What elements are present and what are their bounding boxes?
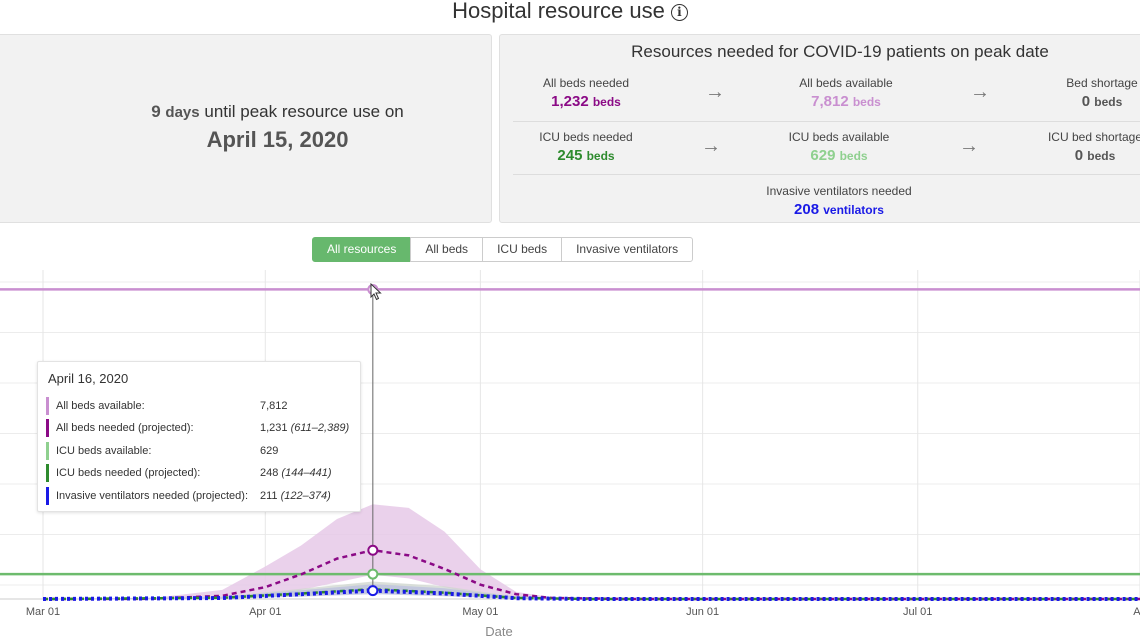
- tooltip-row: ICU beds needed (projected): 248 (144–44…: [46, 464, 356, 482]
- tooltip-row: ICU beds available: 629: [46, 442, 356, 460]
- info-icon[interactable]: i: [670, 4, 688, 21]
- chart-tooltip: April 16, 2020 All beds available: 7,812…: [37, 361, 361, 512]
- x-tick-label: Jun 01: [686, 606, 719, 618]
- icu-beds-needed: ICU beds needed 245 beds: [486, 130, 686, 164]
- tab-invasive-ventilators[interactable]: Invasive ventilators: [561, 237, 694, 262]
- bed-shortage: Bed shortage 0 beds: [1002, 76, 1140, 110]
- x-tick-label: Mar 01: [26, 606, 60, 618]
- x-tick-label: Au: [1133, 606, 1140, 618]
- hover-marker-all-beds-needed: [367, 544, 379, 556]
- arrow-right-icon: →: [705, 81, 725, 103]
- all-beds-available-value: 7,812 beds: [811, 93, 881, 110]
- tab-all-resources[interactable]: All resources: [312, 237, 412, 262]
- peak-countdown: 9 days until peak resource use on: [0, 102, 560, 122]
- hover-marker-icu-beds-available: [367, 568, 379, 580]
- days-count: 9: [151, 102, 161, 121]
- legend-swatch-ventilators: [46, 487, 49, 505]
- arrow-right-icon: →: [959, 135, 979, 157]
- all-beds-needed-value: 1,232 beds: [551, 93, 621, 110]
- x-axis-label: Date: [485, 624, 512, 639]
- icu-bed-shortage-label: ICU bed shortage: [1047, 130, 1140, 144]
- icu-beds-available: ICU beds available 629 beds: [739, 130, 939, 164]
- icu-bed-shortage: ICU bed shortage 0 beds: [995, 130, 1140, 164]
- tab-all-beds[interactable]: All beds: [410, 237, 484, 262]
- legend-swatch-all-beds-needed: [46, 419, 49, 437]
- tooltip-row: Invasive ventilators needed (projected):…: [46, 487, 356, 505]
- all-beds-available-label: All beds available: [799, 76, 893, 90]
- peak-date: April 15, 2020: [206, 127, 349, 152]
- icu-beds-available-label: ICU beds available: [788, 130, 890, 144]
- x-tick-label: Apr 01: [249, 606, 281, 618]
- legend-swatch-all-beds-available: [46, 397, 49, 415]
- page-title-text: Hospital resource use: [452, 0, 665, 23]
- resources-card: Resources needed for COVID-19 patients o…: [499, 34, 1140, 223]
- tooltip-date: April 16, 2020: [48, 371, 129, 386]
- mouse-cursor-icon: [370, 283, 382, 301]
- ventilators-needed-value: 208 ventilators: [794, 201, 884, 218]
- page-title: Hospital resource use i: [0, 0, 1140, 24]
- tab-icu-beds[interactable]: ICU beds: [482, 237, 563, 262]
- legend-swatch-icu-beds-needed: [46, 464, 49, 482]
- arrow-right-icon: →: [970, 81, 990, 103]
- icu-beds-needed-label: ICU beds needed: [539, 130, 633, 144]
- x-tick-label: Jul 01: [903, 606, 932, 618]
- ventilators-needed: Invasive ventilators needed 208 ventilat…: [739, 184, 939, 218]
- icu-bed-shortage-value: 0 beds: [1074, 147, 1116, 164]
- all-beds-needed: All beds needed 1,232 beds: [486, 76, 686, 110]
- all-beds-needed-label: All beds needed: [542, 76, 630, 90]
- tooltip-row: All beds needed (projected): 1,231 (611–…: [46, 419, 356, 437]
- icu-beds-available-value: 629 beds: [810, 147, 868, 164]
- hover-marker-ventilators: [367, 585, 379, 597]
- resources-title: Resources needed for COVID-19 patients o…: [631, 42, 1049, 61]
- row-divider: [513, 121, 1140, 122]
- arrow-right-icon: →: [701, 135, 721, 157]
- days-unit: days: [165, 104, 200, 121]
- x-tick-label: May 01: [462, 606, 498, 618]
- ventilators-needed-label: Invasive ventilators needed: [766, 184, 912, 198]
- tooltip-row: All beds available: 7,812: [46, 397, 356, 415]
- all-beds-available: All beds available 7,812 beds: [746, 76, 946, 110]
- resource-tabs: All resources All beds ICU beds Invasive…: [312, 237, 694, 262]
- bed-shortage-value: 0 beds: [1081, 93, 1123, 110]
- row-divider: [513, 174, 1140, 175]
- peak-date-card: 9 days until peak resource use on April …: [0, 34, 492, 223]
- bed-shortage-label: Bed shortage: [1066, 76, 1138, 90]
- peak-line-text: until peak resource use on: [204, 102, 404, 121]
- icu-beds-needed-value: 245 beds: [557, 147, 615, 164]
- legend-swatch-icu-beds-available: [46, 442, 49, 460]
